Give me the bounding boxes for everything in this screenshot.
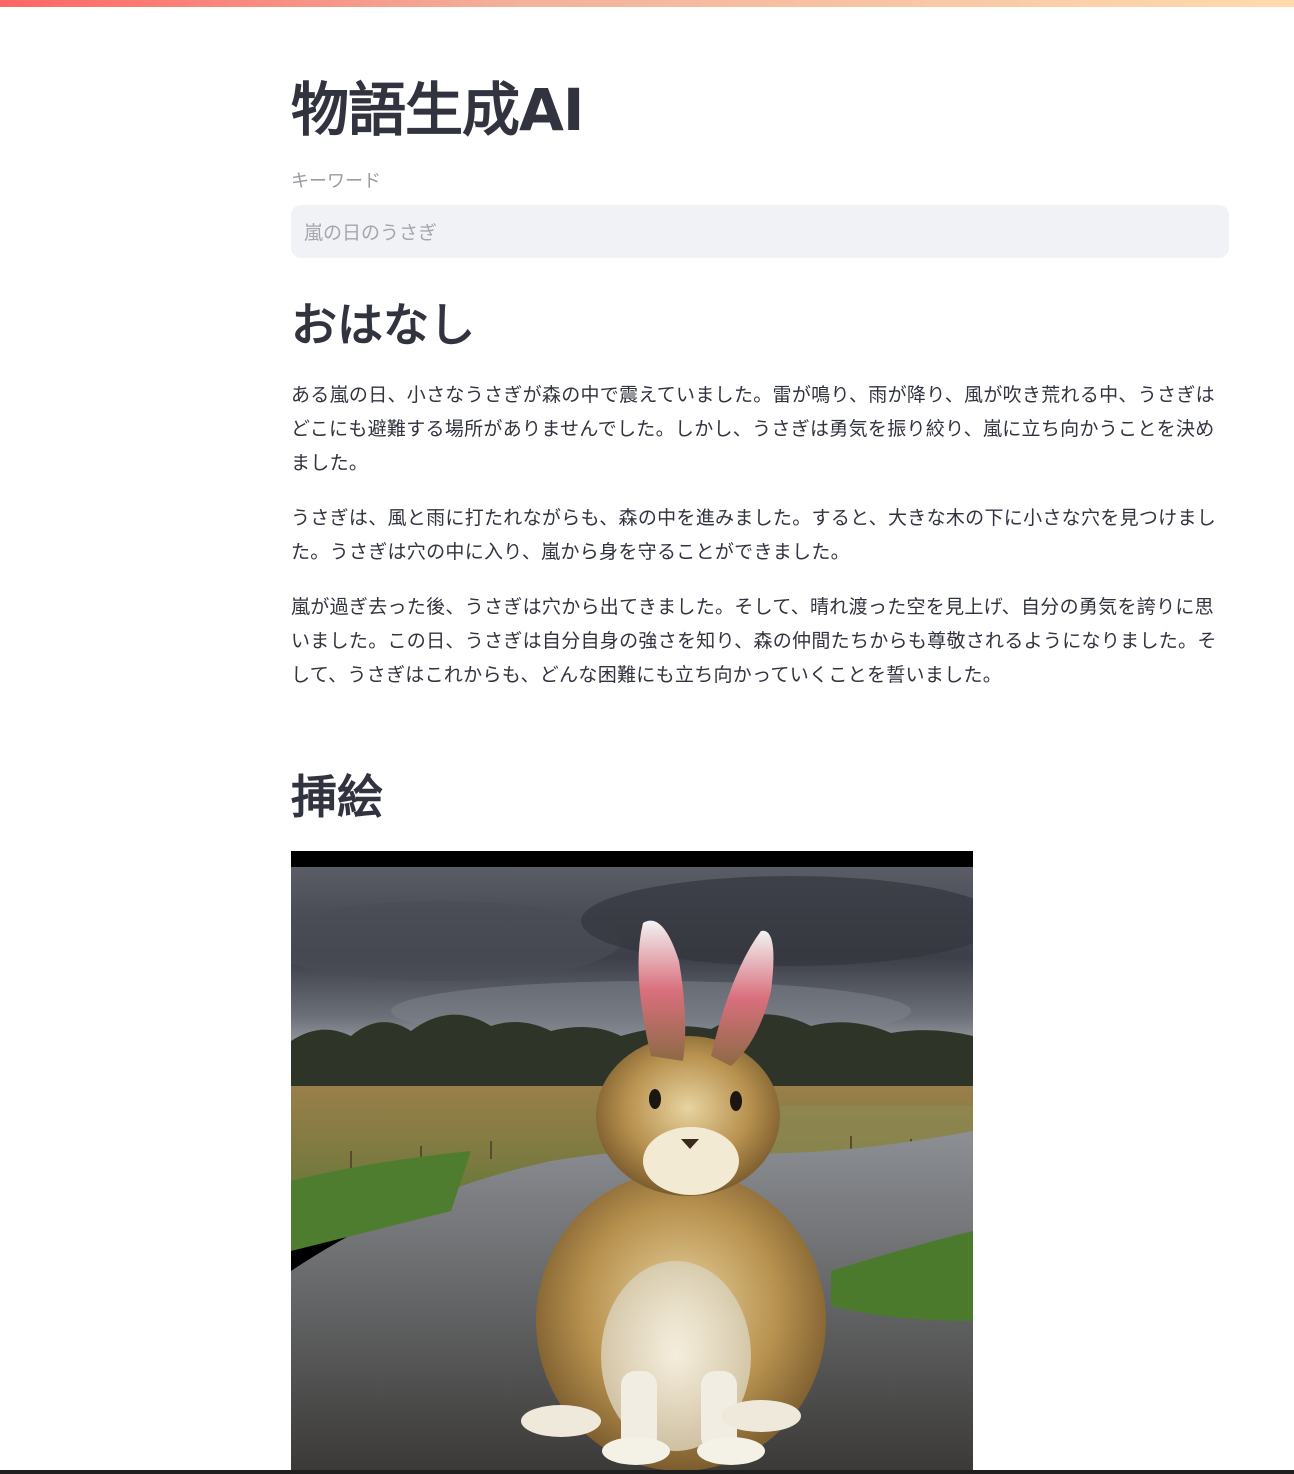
bottom-edge	[0, 1470, 1294, 1474]
keyword-input[interactable]	[291, 205, 1229, 258]
header-decoration-bar	[0, 0, 1294, 7]
rabbit-in-storm-image	[291, 851, 973, 1470]
illustration-heading: 挿絵	[291, 770, 383, 824]
story-paragraph: 嵐が過ぎ去った後、うさぎは穴から出てきました。そして、晴れ渡った空を見上げ、自分…	[291, 596, 1217, 686]
page-title: 物語生成AI	[291, 76, 584, 144]
story-paragraph: ある嵐の日、小さなうさぎが森の中で震えていました。雷が鳴り、雨が降り、風が吹き荒…	[291, 384, 1215, 474]
story-heading: おはなし	[291, 298, 475, 352]
story-paragraph: うさぎは、風と雨に打たれながらも、森の中を進みました。すると、大きな木の下に小さ…	[291, 507, 1217, 563]
story-text: ある嵐の日、小さなうさぎが森の中で震えていました。雷が鳴り、雨が降り、風が吹き荒…	[291, 378, 1229, 713]
keyword-input-label: キーワード	[291, 171, 381, 192]
illustration-image	[291, 851, 973, 1470]
